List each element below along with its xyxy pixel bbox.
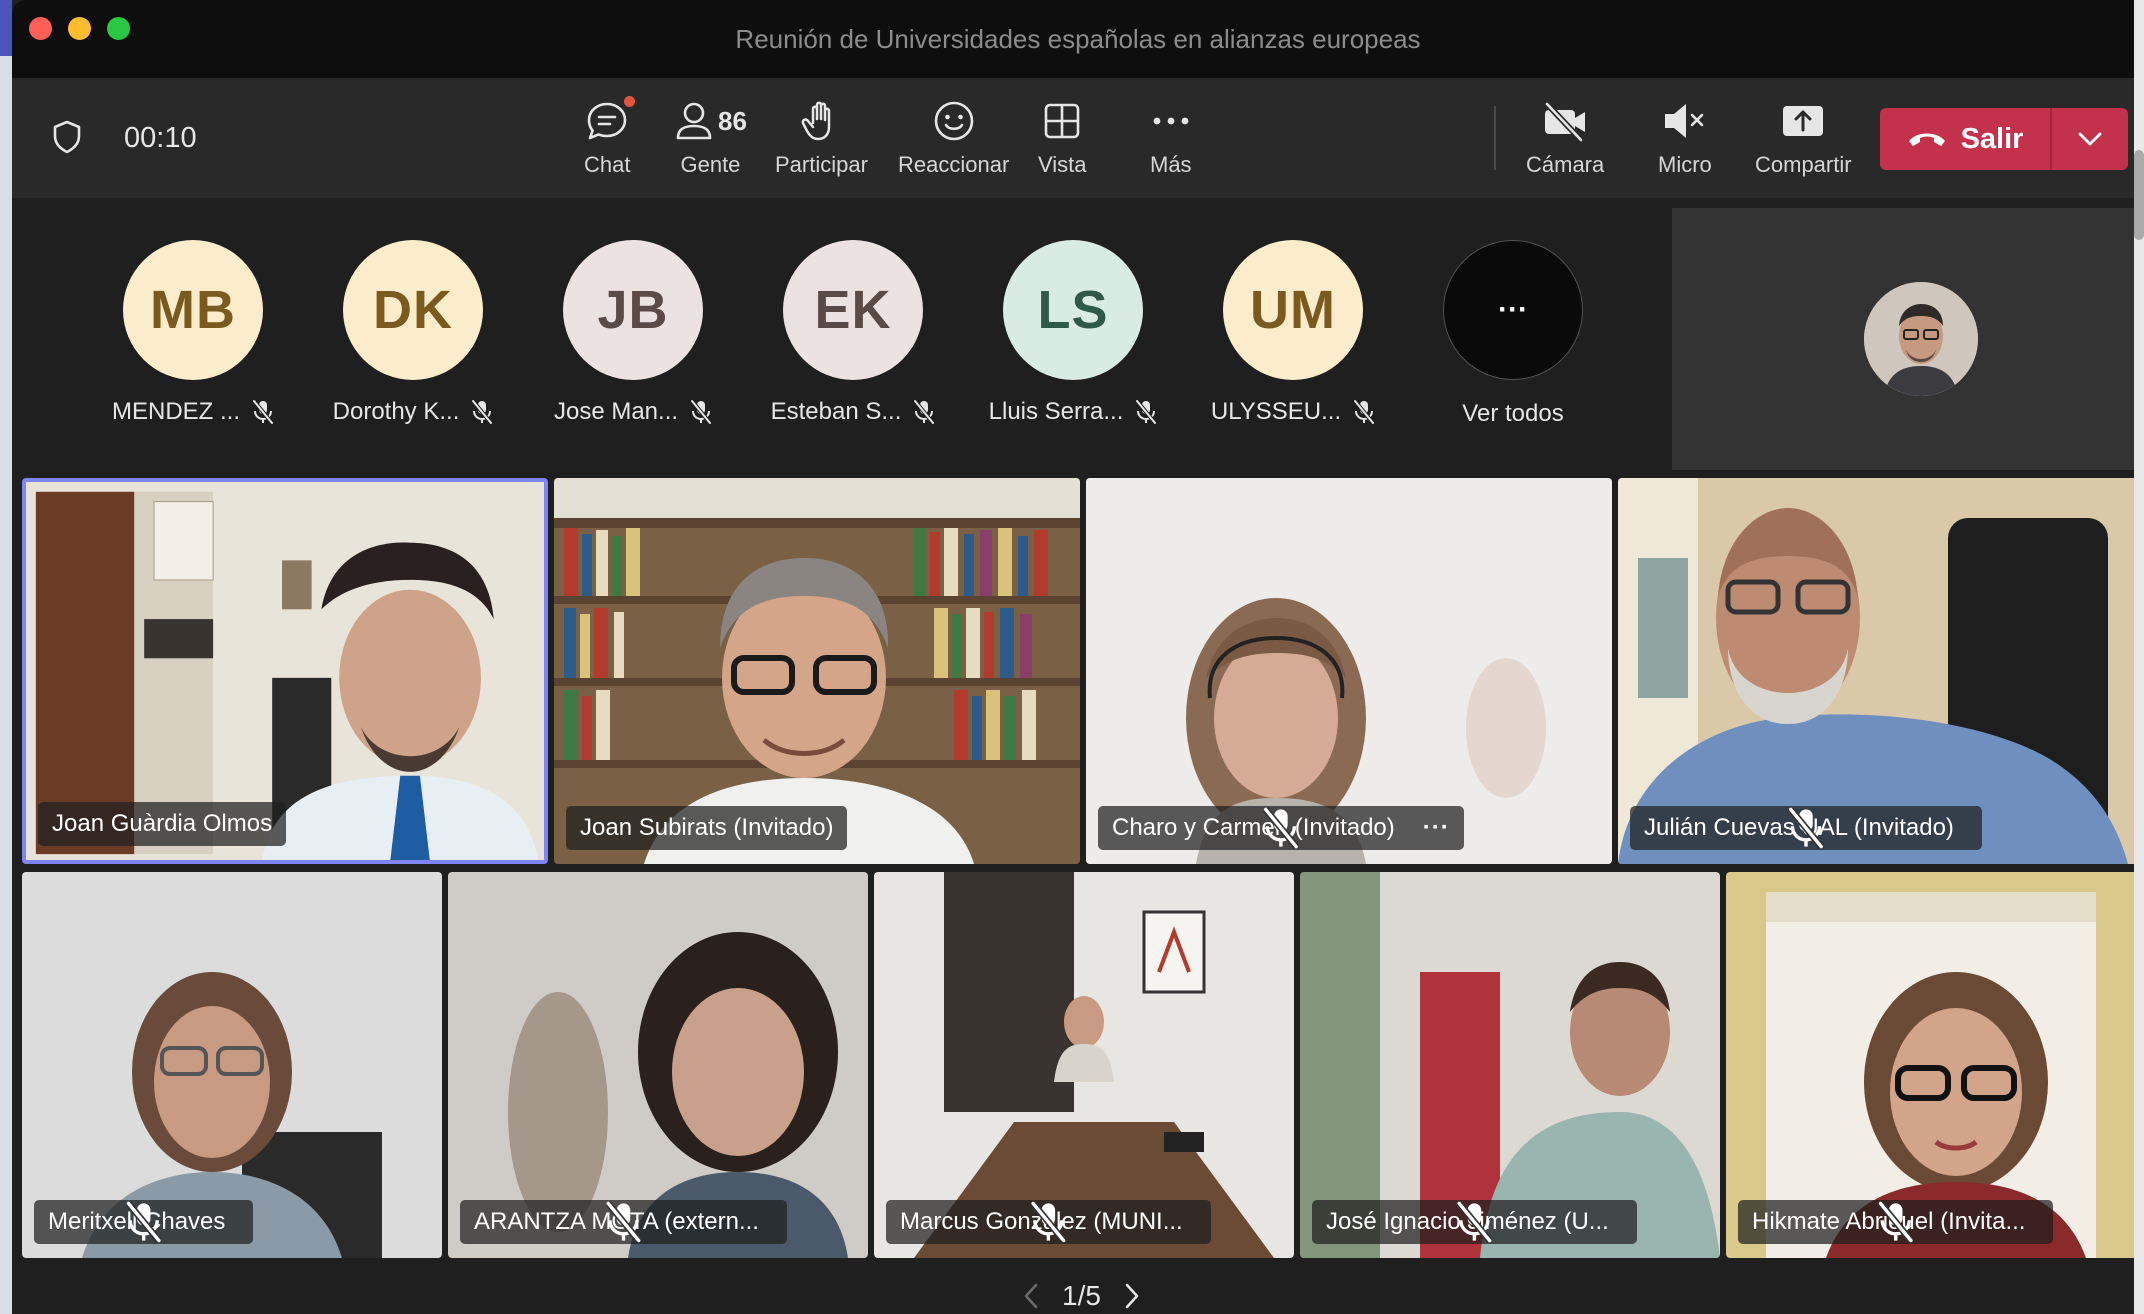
video-tile-7[interactable]: José Ignacio Jiménez (U... <box>1300 872 1720 1258</box>
window-scrollbar[interactable] <box>2134 0 2144 1314</box>
grid-icon <box>1042 96 1082 146</box>
video-tile-1[interactable]: Joan Subirats (Invitado) <box>554 478 1080 864</box>
video-tile-8[interactable]: Hikmate Abriouel (Invita... <box>1726 872 2144 1258</box>
tile-name: Joan Subirats (Invitado) <box>580 814 834 841</box>
see-all-participants[interactable]: ··· Ver todos <box>1428 240 1598 427</box>
toolbar-divider <box>1494 106 1496 170</box>
more-label: Más <box>1150 152 1192 177</box>
participant-5[interactable]: UM ULYSSEU... <box>1208 240 1378 425</box>
chevron-down-icon <box>2078 132 2102 146</box>
raise-hand-button[interactable]: Participar <box>775 96 868 178</box>
speaker-muted-icon <box>1661 96 1709 146</box>
camera-label: Cámara <box>1526 152 1605 177</box>
mic-off-icon <box>1353 399 1375 425</box>
avatar: MB <box>123 240 263 380</box>
mic-off-icon <box>471 399 493 425</box>
video-tile-2[interactable]: Charo y Carmen (Invitado) ··· <box>1086 478 1612 864</box>
participant-name: Dorothy K... <box>332 398 460 425</box>
mic-off-icon <box>913 399 935 425</box>
background-app-edge <box>0 0 12 1314</box>
participant-0[interactable]: MB MENDEZ ... <box>108 240 278 425</box>
window-title: Reunión de Universidades españolas en al… <box>735 24 1421 54</box>
share-icon <box>1781 96 1825 146</box>
meeting-window: Reunión de Universidades españolas en al… <box>12 0 2144 1314</box>
view-button[interactable]: Vista <box>1038 96 1087 178</box>
participant-name: Lluis Serra... <box>988 398 1124 425</box>
video-tile-3[interactable]: Julián Cuevas UAL (Invitado) <box>1618 478 2144 864</box>
camera-button[interactable]: Cámara <box>1526 96 1604 178</box>
mic-off-icon <box>1456 1201 1493 1243</box>
avatar: LS <box>1003 240 1143 380</box>
raise-hand-label: Participar <box>775 152 868 177</box>
participant-name: ULYSSEU... <box>1210 398 1342 425</box>
more-button[interactable]: Más <box>1150 96 1192 178</box>
tile-name: Joan Guàrdia Olmos <box>52 810 273 837</box>
leave-label: Salir <box>1960 122 2024 155</box>
participant-1[interactable]: DK Dorothy K... <box>328 240 498 425</box>
mic-off-icon <box>1030 1201 1067 1243</box>
chat-icon <box>585 96 636 146</box>
smiley-icon <box>932 96 976 146</box>
react-button[interactable]: Reaccionar <box>898 96 1009 178</box>
meeting-toolbar: 00:10 Chat 86 Gente Participar Reacciona… <box>12 78 2144 198</box>
view-label: Vista <box>1038 152 1087 177</box>
hang-up-icon <box>1908 133 1945 146</box>
camera-off-icon <box>1541 96 1589 146</box>
leave-button-group: Salir <box>1880 108 2128 170</box>
chat-button[interactable]: Chat <box>584 96 636 178</box>
people-label: Gente <box>680 152 741 177</box>
mic-off-icon <box>1877 1201 1914 1243</box>
self-avatar <box>1864 282 1978 396</box>
mic-off-icon <box>690 399 712 425</box>
people-count: 86 <box>718 105 747 136</box>
mic-label: Micro <box>1658 152 1712 177</box>
chevron-right-icon[interactable] <box>1123 1282 1141 1310</box>
background-app-accent <box>0 0 12 56</box>
video-tile-4[interactable]: Meritxell Chaves <box>22 872 442 1258</box>
gallery-pager: 1/5 <box>1022 1280 1141 1312</box>
mic-off-icon <box>1788 807 1824 849</box>
react-label: Reaccionar <box>898 152 1010 177</box>
people-icon-group: 86 <box>674 96 747 146</box>
participant-name: Esteban S... <box>770 398 902 425</box>
chat-label: Chat <box>584 152 631 177</box>
video-tile-0[interactable]: Joan Guàrdia Olmos <box>22 478 548 864</box>
participant-strip: MB MENDEZ ... DK Dorothy K... JB Jose Ma… <box>12 198 1672 470</box>
participant-name: Jose Man... <box>553 398 679 425</box>
mic-off-icon <box>1263 807 1299 849</box>
more-participants-icon: ··· <box>1443 240 1583 380</box>
meeting-timer: 00:10 <box>124 122 197 154</box>
people-icon <box>676 102 712 140</box>
leave-button[interactable]: Salir <box>1880 108 2050 170</box>
title-bar: Reunión de Universidades españolas en al… <box>12 0 2144 78</box>
mic-off-icon <box>605 1201 642 1243</box>
ellipsis-icon <box>1151 96 1191 146</box>
mic-button[interactable]: Micro <box>1658 96 1712 178</box>
mic-off-icon <box>252 399 274 425</box>
mic-off-icon <box>125 1201 162 1243</box>
hand-icon <box>801 96 841 146</box>
shield-icon[interactable] <box>52 120 82 159</box>
scrollbar-thumb[interactable] <box>2134 150 2144 240</box>
chevron-left-icon[interactable] <box>1022 1282 1040 1310</box>
participant-2[interactable]: JB Jose Man... <box>548 240 718 425</box>
self-view[interactable] <box>1672 208 2144 470</box>
leave-options-button[interactable] <box>2052 108 2128 170</box>
avatar: UM <box>1223 240 1363 380</box>
participant-name: MENDEZ ... <box>111 398 240 425</box>
share-button[interactable]: Compartir <box>1755 96 1852 178</box>
people-button[interactable]: 86 Gente <box>674 96 747 178</box>
participant-4[interactable]: LS Lluis Serra... <box>988 240 1158 425</box>
share-label: Compartir <box>1755 152 1852 177</box>
see-all-label: Ver todos <box>1462 400 1564 427</box>
mic-off-icon <box>1135 399 1157 425</box>
chat-unread-dot <box>624 96 636 107</box>
video-tile-5[interactable]: ARANTZA MOTA (extern... <box>448 872 868 1258</box>
video-tile-6[interactable]: Marcus González (MUNI... <box>874 872 1294 1258</box>
avatar: DK <box>343 240 483 380</box>
avatar: EK <box>783 240 923 380</box>
avatar: JB <box>563 240 703 380</box>
page-indicator: 1/5 <box>1062 1280 1101 1311</box>
participant-3[interactable]: EK Esteban S... <box>768 240 938 425</box>
